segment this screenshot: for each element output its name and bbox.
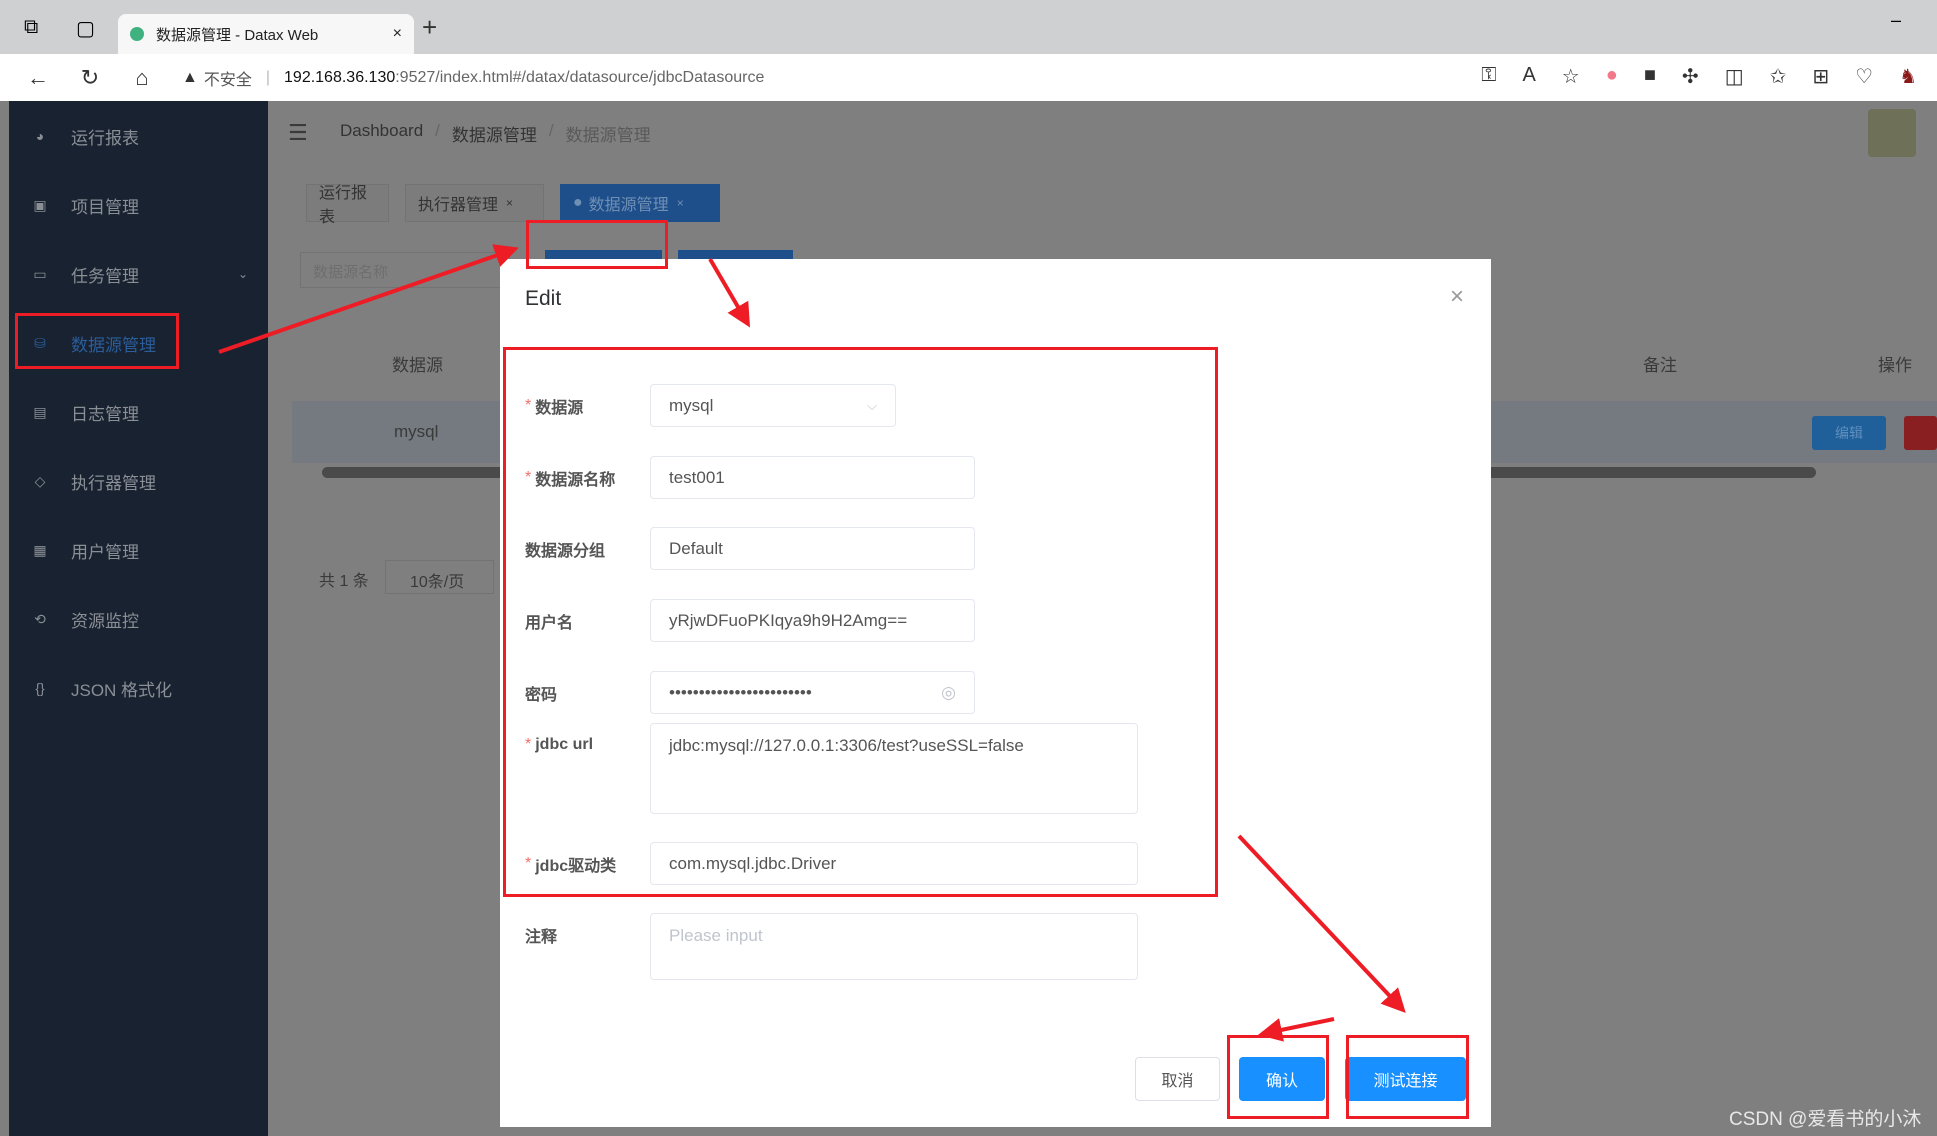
task-icon: ▭: [33, 265, 47, 282]
executor-icon: ◇: [34, 472, 46, 489]
field-label: 注释: [525, 928, 558, 946]
delete-button[interactable]: [1904, 416, 1937, 450]
new-tab-button[interactable]: +: [422, 12, 437, 43]
url-input[interactable]: 192.168.36.130:9527/index.html#/datax/da…: [284, 69, 764, 87]
sidebar-item-label: 执行器管理: [71, 473, 156, 493]
browser-tab-bar: ⧉ ▢ 数据源管理 - Datax Web × + –: [0, 0, 1937, 54]
extension-icon[interactable]: ●: [1606, 64, 1618, 89]
sidebar-item-label: 任务管理: [71, 266, 139, 286]
collections-icon[interactable]: ⊞: [1812, 64, 1829, 89]
annotation-box: [526, 220, 668, 269]
column-header: 备注: [1643, 356, 1677, 375]
monitor-icon: ⟲: [34, 610, 46, 627]
tag-label: 数据源管理: [588, 197, 669, 214]
user-icon: ▦: [33, 541, 47, 558]
profile-icon[interactable]: ♞: [1899, 64, 1917, 89]
sidebar-item[interactable]: ⟲ 资源监控: [9, 599, 268, 639]
tag-1[interactable]: 执行器管理 ×: [405, 184, 544, 222]
sidebar-item-label: 日志管理: [71, 404, 139, 424]
pagination-total: 共 1 条: [319, 573, 369, 590]
dialog-title: Edit: [525, 287, 562, 310]
tab-actions-icon[interactable]: ▢: [76, 16, 95, 41]
chevron-down-icon: ⌄: [237, 267, 248, 281]
browser-toolbar: ⚿ A ☆ ● ■ ✣ ◫ ✩ ⊞ ♡ ♞: [1481, 64, 1917, 89]
breadcrumb-item[interactable]: Dashboard: [340, 121, 423, 146]
table-cell: mysql: [394, 422, 439, 441]
breadcrumb-item: 数据源管理: [565, 126, 651, 145]
minimize-button[interactable]: –: [1891, 10, 1901, 31]
sidebar-item[interactable]: ▣ 项目管理: [9, 185, 268, 225]
close-icon[interactable]: ×: [1450, 283, 1464, 311]
favicon-icon: [130, 27, 144, 41]
security-label[interactable]: 不安全: [204, 66, 252, 90]
page-size-select[interactable]: 10条/页: [385, 560, 494, 594]
close-icon[interactable]: ×: [677, 196, 684, 210]
add-button[interactable]: [678, 250, 793, 259]
sidebar-item[interactable]: ◇ 执行器管理: [9, 461, 268, 501]
home-icon[interactable]: ⌂: [122, 65, 162, 91]
browser-tab[interactable]: 数据源管理 - Datax Web ×: [118, 14, 414, 54]
json-icon: {}: [35, 680, 45, 696]
health-icon[interactable]: ♡: [1855, 64, 1873, 89]
warning-icon: ▲: [182, 68, 198, 86]
column-header: 操作: [1878, 356, 1912, 375]
column-header: 数据源: [392, 356, 443, 375]
split-screen-icon[interactable]: ◫: [1725, 64, 1744, 89]
sidebar-item[interactable]: ▤ 日志管理: [9, 392, 268, 432]
extension-icon[interactable]: ■: [1644, 64, 1656, 89]
sidebar-item[interactable]: ▦ 用户管理: [9, 530, 268, 570]
sidebar-item-label: 用户管理: [71, 542, 139, 562]
log-icon: ▤: [33, 403, 47, 420]
sidebar: ◕ 运行报表 ▣ 项目管理 ▭ 任务管理 ⌄ ⛁ 数据源管理 ▤ 日志管理 ◇ 执行器管理 ▦ 用户管理 ⟲ 资…: [9, 101, 268, 1136]
tab-close-icon[interactable]: ×: [393, 25, 402, 43]
key-icon[interactable]: ⚿: [1481, 64, 1496, 89]
cancel-button[interactable]: 取消: [1135, 1057, 1220, 1101]
tag-2[interactable]: ● 数据源管理 ×: [560, 184, 720, 222]
watermark: CSDN @爱看书的小沐: [1729, 1109, 1922, 1130]
sidebar-item-label: 资源监控: [71, 611, 139, 631]
hamburger-icon[interactable]: ☰: [288, 120, 308, 146]
sidebar-item-label: 项目管理: [71, 197, 139, 217]
favorites-icon[interactable]: ✩: [1770, 64, 1787, 89]
sidebar-item[interactable]: {} JSON 格式化: [9, 668, 268, 708]
sidebar-item[interactable]: ◕ 运行报表: [9, 116, 268, 156]
annotation-box: [1227, 1035, 1329, 1119]
tag-0[interactable]: 运行报表: [306, 184, 389, 226]
breadcrumb: Dashboard / 数据源管理 / 数据源管理: [340, 121, 651, 146]
extensions-icon[interactable]: ✣: [1682, 64, 1699, 89]
annotation-box: [15, 313, 179, 369]
tab-title: 数据源管理 - Datax Web: [156, 26, 319, 44]
annotation-box: [1346, 1035, 1469, 1119]
sidebar-item[interactable]: ▭ 任务管理 ⌄: [9, 254, 268, 294]
sidebar-item-label: 运行报表: [71, 128, 139, 148]
edit-button[interactable]: 编辑: [1812, 416, 1886, 450]
breadcrumb-item[interactable]: 数据源管理: [452, 121, 537, 146]
project-icon: ▣: [33, 196, 47, 213]
close-icon[interactable]: ×: [506, 196, 513, 210]
tag-label: 运行报表: [319, 185, 368, 226]
tag-label: 执行器管理: [418, 197, 499, 214]
refresh-icon[interactable]: ↻: [70, 65, 110, 91]
read-aloud-icon[interactable]: A: [1522, 64, 1535, 89]
field-input[interactable]: Please input: [650, 913, 1138, 980]
dashboard-icon: ◕: [35, 128, 45, 144]
workspaces-icon[interactable]: ⧉: [24, 16, 38, 39]
favorite-icon[interactable]: ☆: [1562, 64, 1580, 89]
avatar[interactable]: [1868, 109, 1916, 157]
sidebar-item-label: JSON 格式化: [71, 680, 173, 700]
search-input[interactable]: 数据源名称: [300, 252, 510, 288]
annotation-box: [503, 347, 1218, 897]
back-icon[interactable]: ←: [18, 65, 58, 91]
